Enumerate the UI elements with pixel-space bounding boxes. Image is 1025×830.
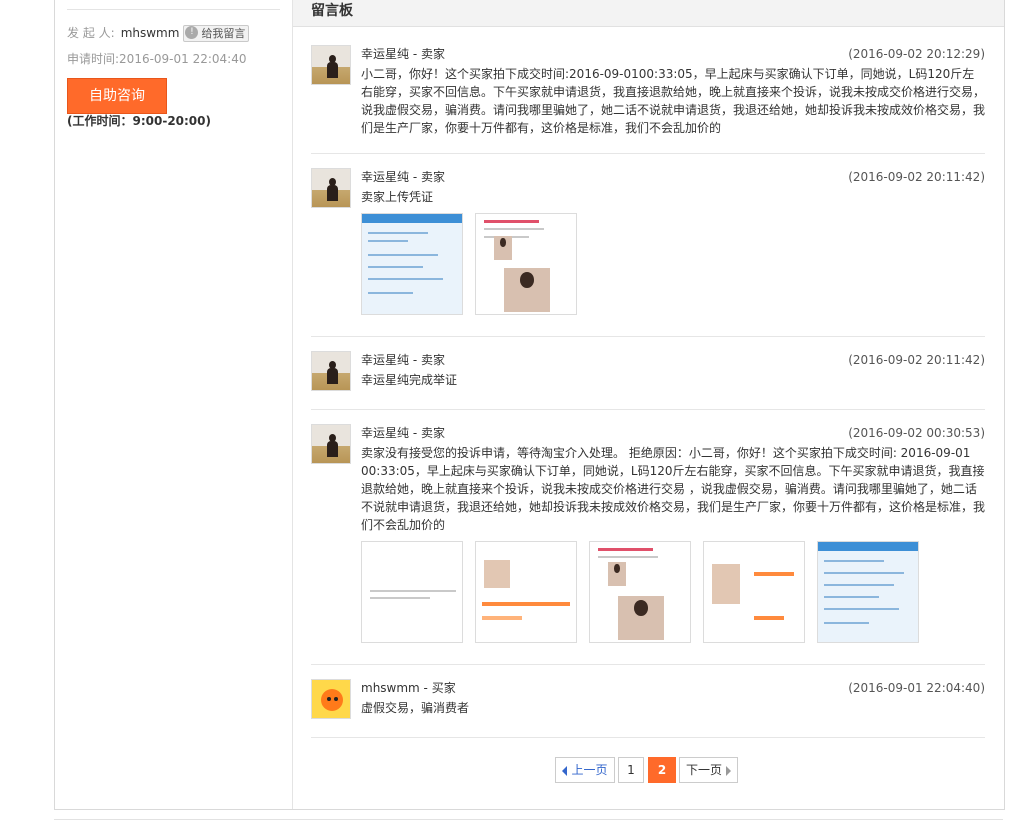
prev-page-button[interactable]: 上一页 <box>555 757 615 783</box>
next-panel-edge <box>54 819 1003 830</box>
message-item: mhswmm - 买家 (2016-09-01 22:04:40) 虚假交易，骗消… <box>311 679 985 738</box>
message-text: 卖家没有接受您的投诉申请，等待淘宝介入处理。 拒绝原因：小二哥，你好！这个买家拍… <box>361 446 986 532</box>
message-board: 留言板 幸运星纯 - 卖家 (2016-09-02 20:12:29) 小二哥，你… <box>293 0 1004 809</box>
message-time: (2016-09-02 00:30:53) <box>848 426 985 440</box>
message-item: 幸运星纯 - 卖家 (2016-09-02 00:30:53) 卖家没有接受您的投… <box>311 424 985 665</box>
message-time: (2016-09-02 20:11:42) <box>848 170 985 184</box>
board-header: 留言板 <box>293 0 1004 27</box>
message-author: 幸运星纯 - 卖家 <box>361 426 445 440</box>
leave-message-button[interactable]: ! 给我留言 <box>183 25 250 42</box>
complaint-sidebar: 发 起 人: mhswmm! 给我留言 申请时间:2016-09-01 22:04:… <box>55 0 293 809</box>
apply-time-label: 申请时间: <box>67 52 120 66</box>
prev-page-label: 上一页 <box>571 763 608 777</box>
message-text: 小二哥，你好！这个买家拍下成交时间:2016-09-0100:33:05，早上起… <box>361 67 986 135</box>
board-title: 留言板 <box>311 3 353 19</box>
page-2-current[interactable]: 2 <box>648 757 676 783</box>
message-author: mhswmm - 买家 <box>361 681 456 695</box>
message-text: 虚假交易，骗消费者 <box>361 701 470 715</box>
avatar[interactable] <box>311 45 351 85</box>
avatar[interactable] <box>311 168 351 208</box>
initiator-row: 发 起 人: mhswmm! 给我留言 <box>67 23 250 43</box>
self-help-consult-button[interactable]: 自助咨询 <box>67 78 167 114</box>
complaint-panel: 发 起 人: mhswmm! 给我留言 申请时间:2016-09-01 22:04:… <box>54 0 1005 810</box>
apply-time-row: 申请时间:2016-09-01 22:04:40 <box>67 50 247 68</box>
apply-time-value: 2016-09-01 22:04:40 <box>119 52 247 66</box>
initiator-name[interactable]: mhswmm <box>121 26 180 40</box>
evidence-thumbnail[interactable] <box>589 541 691 643</box>
page-1-button[interactable]: 1 <box>618 757 644 783</box>
divider <box>67 9 280 10</box>
avatar[interactable] <box>311 424 351 464</box>
evidence-thumbnail[interactable] <box>817 541 919 643</box>
chevron-right-icon <box>726 765 731 776</box>
working-hours: (工作时间：9:00-20:00) <box>67 114 211 128</box>
message-time: (2016-09-02 20:11:42) <box>848 353 985 367</box>
next-page-button[interactable]: 下一页 <box>679 757 738 783</box>
avatar[interactable] <box>311 351 351 391</box>
evidence-thumbnail[interactable] <box>703 541 805 643</box>
message-icon: ! <box>185 26 199 39</box>
chevron-left-icon <box>562 765 568 776</box>
evidence-thumbnail[interactable] <box>475 541 577 643</box>
message-item: 幸运星纯 - 卖家 (2016-09-02 20:11:42) 幸运星纯完成举证 <box>311 351 985 410</box>
evidence-thumbnail[interactable] <box>361 213 463 315</box>
message-time: (2016-09-01 22:04:40) <box>848 681 985 695</box>
message-author: 幸运星纯 - 卖家 <box>361 47 445 61</box>
message-text: 卖家上传凭证 <box>361 190 434 204</box>
message-author: 幸运星纯 - 卖家 <box>361 353 445 367</box>
evidence-thumbnail[interactable] <box>475 213 577 315</box>
next-page-label: 下一页 <box>685 763 722 777</box>
message-text: 幸运星纯完成举证 <box>361 373 458 387</box>
message-item: 幸运星纯 - 卖家 (2016-09-02 20:12:29) 小二哥，你好！这个… <box>311 45 985 154</box>
initiator-label: 发 起 人: <box>67 26 115 40</box>
evidence-thumbnail[interactable] <box>361 541 463 643</box>
leave-message-label: 给我留言 <box>201 27 246 40</box>
message-author: 幸运星纯 - 卖家 <box>361 170 445 184</box>
message-time: (2016-09-02 20:12:29) <box>848 47 985 61</box>
avatar[interactable] <box>311 679 351 719</box>
message-item: 幸运星纯 - 卖家 (2016-09-02 20:11:42) 卖家上传凭证 <box>311 168 985 337</box>
